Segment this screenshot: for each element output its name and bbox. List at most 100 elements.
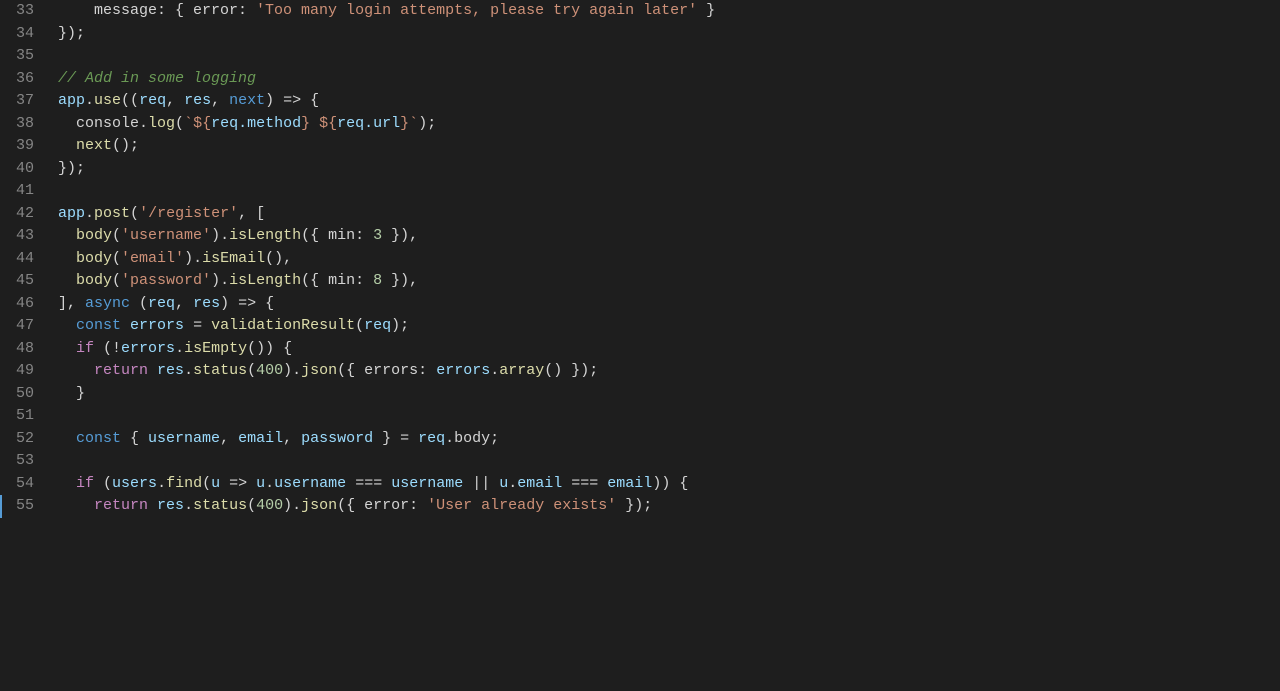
token-plain bbox=[58, 497, 94, 514]
code-line: 52 const { username, email, password } =… bbox=[0, 428, 1280, 451]
code-line: 54 if (users.find(u => u.username === us… bbox=[0, 473, 1280, 496]
token-param: req bbox=[139, 92, 166, 109]
token-plain: === bbox=[562, 475, 607, 492]
token-method: isLength bbox=[229, 272, 301, 289]
token-plain: . bbox=[184, 497, 193, 514]
token-plain: ). bbox=[283, 497, 301, 514]
line-number: 45 bbox=[0, 270, 50, 293]
code-line: 33 message: { error: 'Too many login att… bbox=[0, 0, 1280, 23]
code-line: 41 bbox=[0, 180, 1280, 203]
token-prop: username bbox=[274, 475, 346, 492]
token-plain: ( bbox=[94, 475, 112, 492]
code-line: 34}); bbox=[0, 23, 1280, 46]
token-plain: . bbox=[508, 475, 517, 492]
token-plain: . bbox=[85, 92, 94, 109]
token-str: ${ bbox=[319, 115, 337, 132]
line-number: 38 bbox=[0, 113, 50, 136]
token-method: status bbox=[193, 497, 247, 514]
token-plain bbox=[121, 317, 130, 334]
token-str: 'username' bbox=[121, 227, 211, 244]
line-content: return res.status(400).json({ errors: er… bbox=[50, 360, 1280, 383]
token-method: use bbox=[94, 92, 121, 109]
line-number: 39 bbox=[0, 135, 50, 158]
token-var: email bbox=[238, 430, 283, 447]
token-kw-control: return bbox=[94, 362, 148, 379]
token-plain bbox=[58, 362, 94, 379]
line-number: 35 bbox=[0, 45, 50, 68]
token-str: } bbox=[400, 115, 409, 132]
line-content: body('password').isLength({ min: 8 }), bbox=[50, 270, 1280, 293]
token-plain: , bbox=[283, 430, 301, 447]
line-content: const { username, email, password } = re… bbox=[50, 428, 1280, 451]
token-plain: console. bbox=[58, 115, 148, 132]
code-line: 36// Add in some logging bbox=[0, 68, 1280, 91]
code-line: 47 const errors = validationResult(req); bbox=[0, 315, 1280, 338]
code-line: 35 bbox=[0, 45, 1280, 68]
token-param: u bbox=[499, 475, 508, 492]
token-plain: }); bbox=[58, 160, 85, 177]
line-content bbox=[50, 180, 1280, 203]
token-method: body bbox=[76, 227, 112, 244]
token-plain: ( bbox=[112, 272, 121, 289]
token-plain bbox=[148, 362, 157, 379]
token-method: isEmpty bbox=[184, 340, 247, 357]
token-var: password bbox=[301, 430, 373, 447]
line-number: 47 bbox=[0, 315, 50, 338]
token-plain bbox=[148, 497, 157, 514]
token-plain: . bbox=[175, 340, 184, 357]
token-app: app bbox=[58, 205, 85, 222]
line-content: // Add in some logging bbox=[50, 68, 1280, 91]
line-content: ], async (req, res) => { bbox=[50, 293, 1280, 316]
token-plain: ( bbox=[130, 295, 148, 312]
line-content: if (users.find(u => u.username === usern… bbox=[50, 473, 1280, 496]
code-line: 39 next(); bbox=[0, 135, 1280, 158]
code-line: 50 } bbox=[0, 383, 1280, 406]
token-param: req bbox=[148, 295, 175, 312]
token-method: find bbox=[166, 475, 202, 492]
line-content: }); bbox=[50, 158, 1280, 181]
code-editor: 33 message: { error: 'Too many login att… bbox=[0, 0, 1280, 691]
token-plain: ( bbox=[247, 362, 256, 379]
token-method: status bbox=[193, 362, 247, 379]
line-number: 53 bbox=[0, 450, 50, 473]
line-number: 52 bbox=[0, 428, 50, 451]
code-line: 46], async (req, res) => { bbox=[0, 293, 1280, 316]
code-line: 44 body('email').isEmail(), bbox=[0, 248, 1280, 271]
token-method: body bbox=[76, 250, 112, 267]
line-number: 34 bbox=[0, 23, 50, 46]
token-plain: . bbox=[184, 362, 193, 379]
token-plain: ) => { bbox=[220, 295, 274, 312]
token-plain: (); bbox=[112, 137, 139, 154]
line-number: 40 bbox=[0, 158, 50, 181]
token-num: 3 bbox=[373, 227, 382, 244]
token-plain: . bbox=[265, 475, 274, 492]
token-plain: } bbox=[697, 2, 715, 19]
line-number: 36 bbox=[0, 68, 50, 91]
token-param: req bbox=[364, 317, 391, 334]
token-str: 'Too many login attempts, please try aga… bbox=[256, 2, 697, 19]
token-plain: } bbox=[58, 385, 85, 402]
line-number: 55 bbox=[0, 495, 50, 518]
token-plain: . bbox=[85, 205, 94, 222]
token-plain bbox=[310, 115, 319, 132]
token-method: post bbox=[94, 205, 130, 222]
token-str: ` bbox=[409, 115, 418, 132]
token-var: errors bbox=[436, 362, 490, 379]
code-line: 43 body('username').isLength({ min: 3 })… bbox=[0, 225, 1280, 248]
token-plain: ( bbox=[130, 205, 139, 222]
token-plain: => bbox=[220, 475, 256, 492]
token-kw-control: return bbox=[94, 497, 148, 514]
line-content: if (!errors.isEmpty()) { bbox=[50, 338, 1280, 361]
token-str: } bbox=[301, 115, 310, 132]
line-number: 44 bbox=[0, 248, 50, 271]
line-number: 48 bbox=[0, 338, 50, 361]
line-content: const errors = validationResult(req); bbox=[50, 315, 1280, 338]
token-plain: ({ min: bbox=[301, 272, 373, 289]
token-method: next bbox=[76, 137, 112, 154]
token-plain: }); bbox=[58, 25, 85, 42]
token-prop: req.url bbox=[337, 115, 400, 132]
line-content: body('username').isLength({ min: 3 }), bbox=[50, 225, 1280, 248]
token-plain bbox=[58, 430, 76, 447]
line-number: 54 bbox=[0, 473, 50, 496]
token-plain: ( bbox=[112, 250, 121, 267]
